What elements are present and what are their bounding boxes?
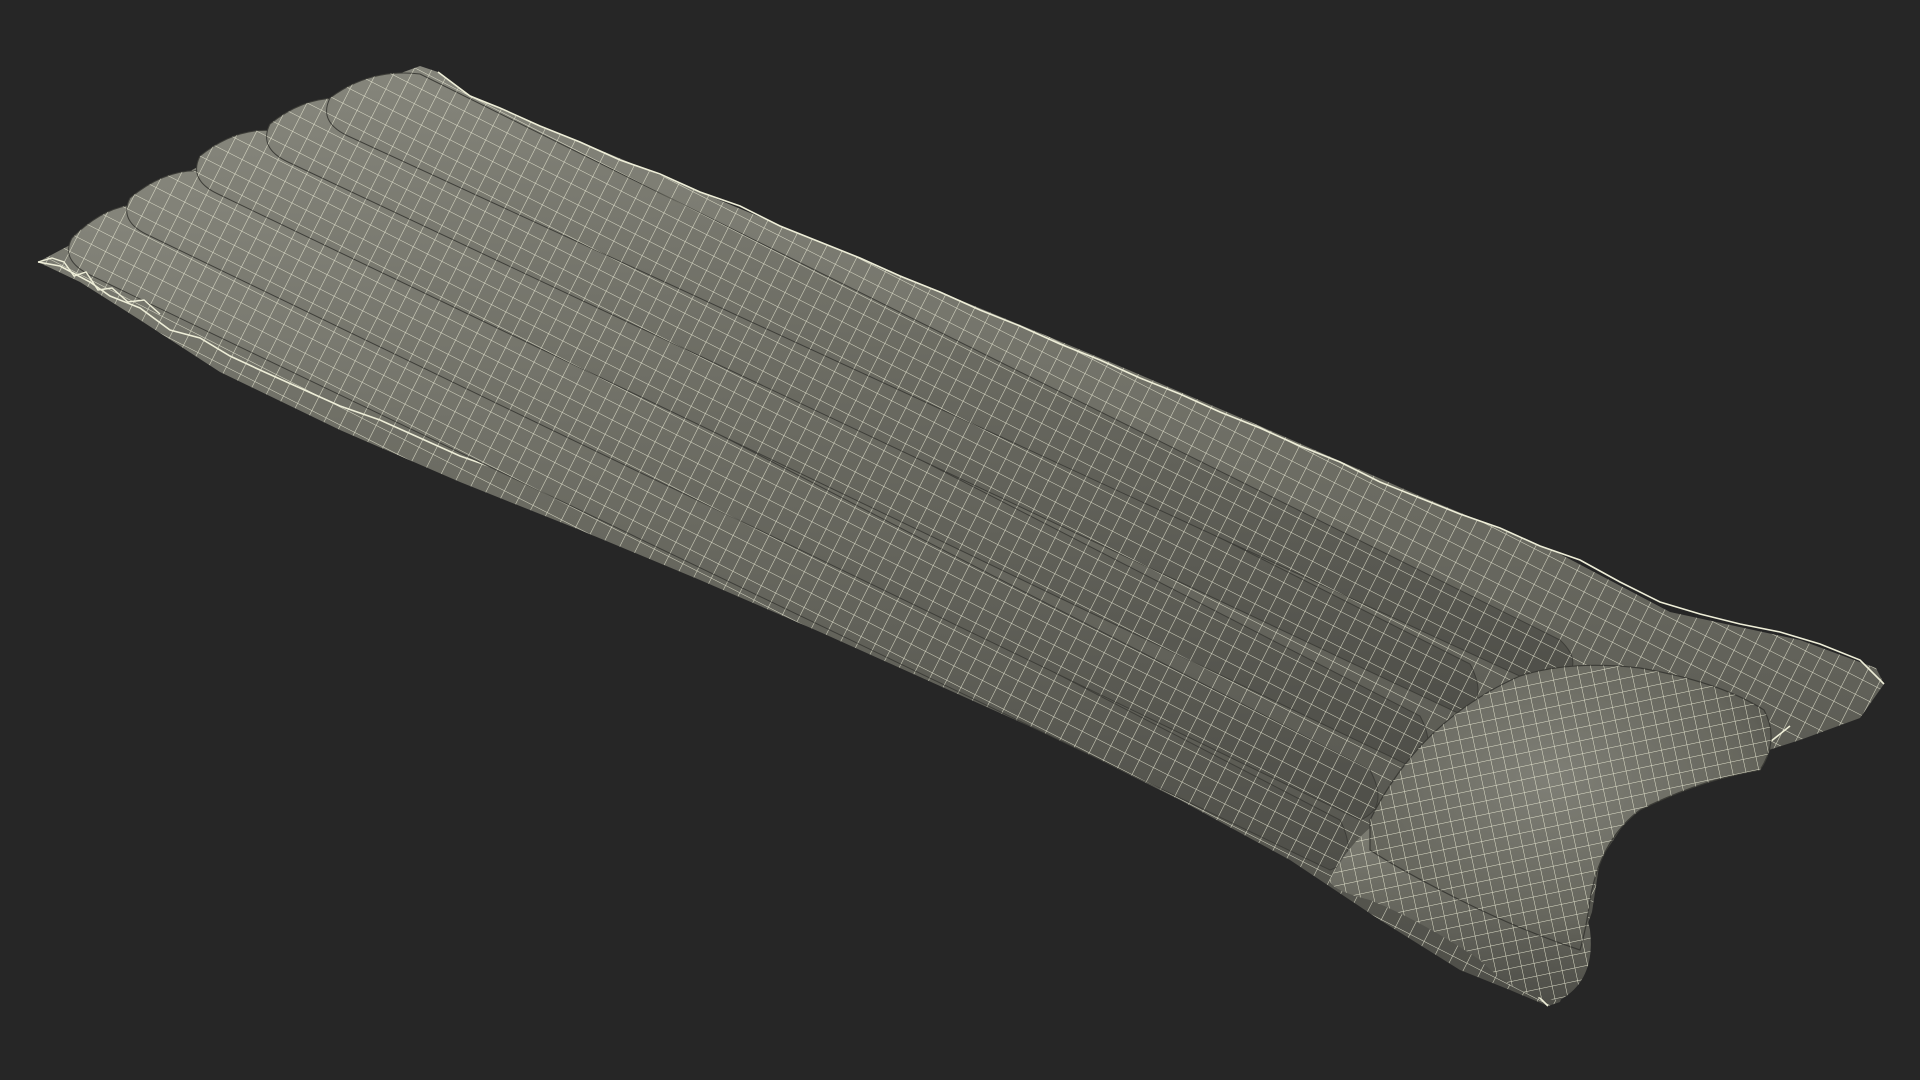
mattress-render bbox=[37, 66, 1885, 1007]
3d-viewport[interactable] bbox=[0, 0, 1920, 1080]
